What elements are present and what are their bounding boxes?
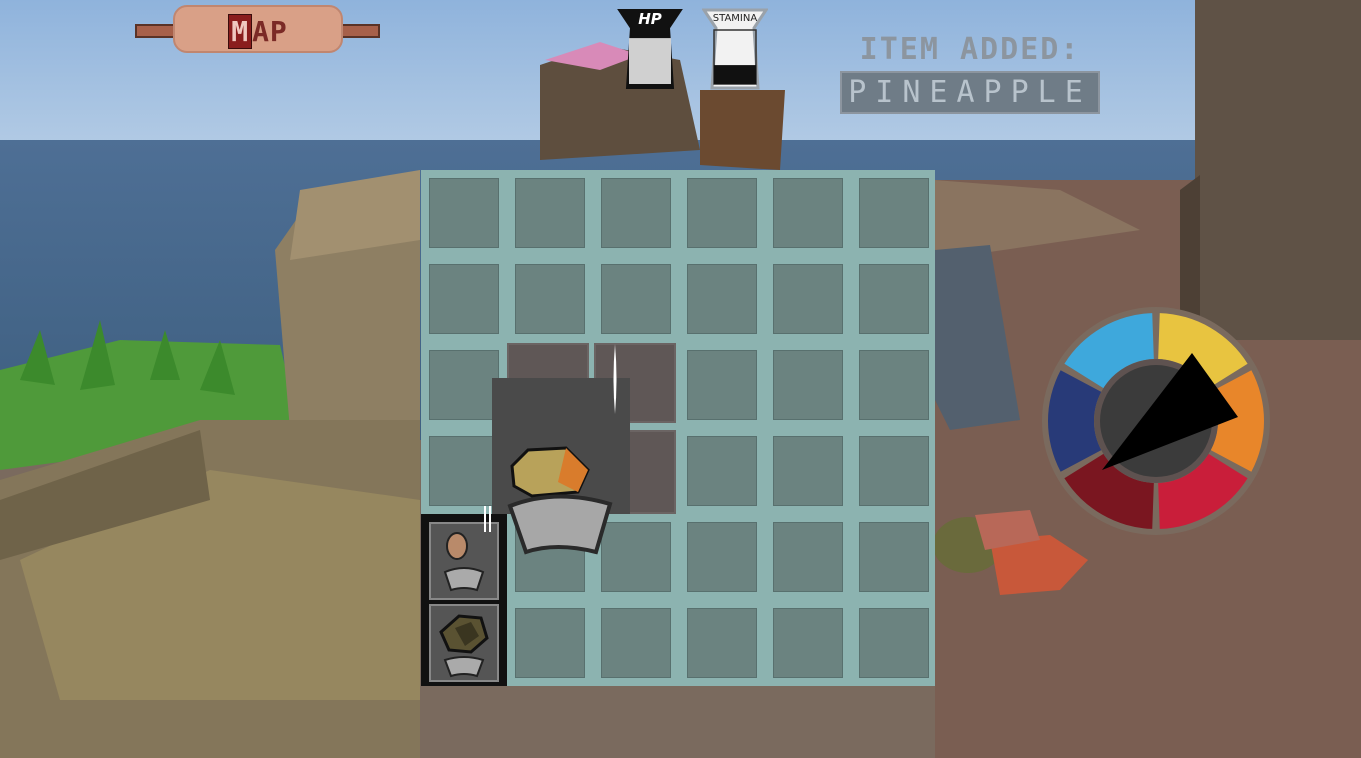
held-item[interactable] xyxy=(492,344,630,555)
coconut-icon xyxy=(439,614,489,678)
stamina-label: STAMINA xyxy=(712,13,758,24)
hp-meter: HP xyxy=(617,8,683,90)
inventory-slot[interactable] xyxy=(687,178,757,248)
inventory-slot[interactable] xyxy=(859,436,929,506)
color-wheel-gauge xyxy=(1040,305,1272,537)
quickbar-slot[interactable] xyxy=(429,522,499,600)
inventory-slot[interactable] xyxy=(601,264,671,334)
inventory-slot[interactable] xyxy=(515,178,585,248)
map-label-initial: M xyxy=(228,14,253,49)
inventory-slot[interactable] xyxy=(773,608,843,678)
inventory-slot[interactable] xyxy=(859,522,929,592)
inventory-slot[interactable] xyxy=(687,522,757,592)
inventory-slot[interactable] xyxy=(773,178,843,248)
inventory-slot[interactable] xyxy=(515,608,585,678)
item-added-notification: ITEM ADDED: PINEAPPLE xyxy=(835,32,1105,114)
map-label: M AP xyxy=(175,14,341,49)
inventory-slot[interactable] xyxy=(429,264,499,334)
inventory-slot[interactable] xyxy=(773,350,843,420)
inventory-slot[interactable] xyxy=(687,350,757,420)
inventory-slot[interactable] xyxy=(429,178,499,248)
map-plate: M AP xyxy=(173,5,343,53)
inventory-slot[interactable] xyxy=(601,608,671,678)
inventory-slot[interactable] xyxy=(859,264,929,334)
inventory-slot[interactable] xyxy=(773,264,843,334)
hp-label: HP xyxy=(638,10,662,28)
inventory-slot[interactable] xyxy=(601,178,671,248)
inventory-slot[interactable] xyxy=(773,436,843,506)
gauge-svg xyxy=(1042,307,1270,535)
inventory-slot[interactable] xyxy=(687,436,757,506)
inventory-slot[interactable] xyxy=(515,264,585,334)
inventory-slot[interactable] xyxy=(687,608,757,678)
notification-item-name: PINEAPPLE xyxy=(840,71,1100,114)
cursor-marker xyxy=(613,344,617,414)
inventory-slot[interactable] xyxy=(859,178,929,248)
stamina-meter: STAMINA xyxy=(702,8,768,90)
inventory-slot[interactable] xyxy=(859,608,929,678)
inventory-slot[interactable] xyxy=(687,264,757,334)
potato-icon xyxy=(443,532,485,592)
inventory-slot[interactable] xyxy=(859,350,929,420)
inventory-slot[interactable] xyxy=(429,350,499,420)
quickbar-slot[interactable] xyxy=(429,604,499,682)
map-label-rest: AP xyxy=(252,15,288,48)
map-button[interactable]: M AP xyxy=(135,5,380,55)
notification-title: ITEM ADDED: xyxy=(859,32,1081,67)
inventory-slot[interactable] xyxy=(773,522,843,592)
inventory-slot[interactable] xyxy=(429,436,499,506)
